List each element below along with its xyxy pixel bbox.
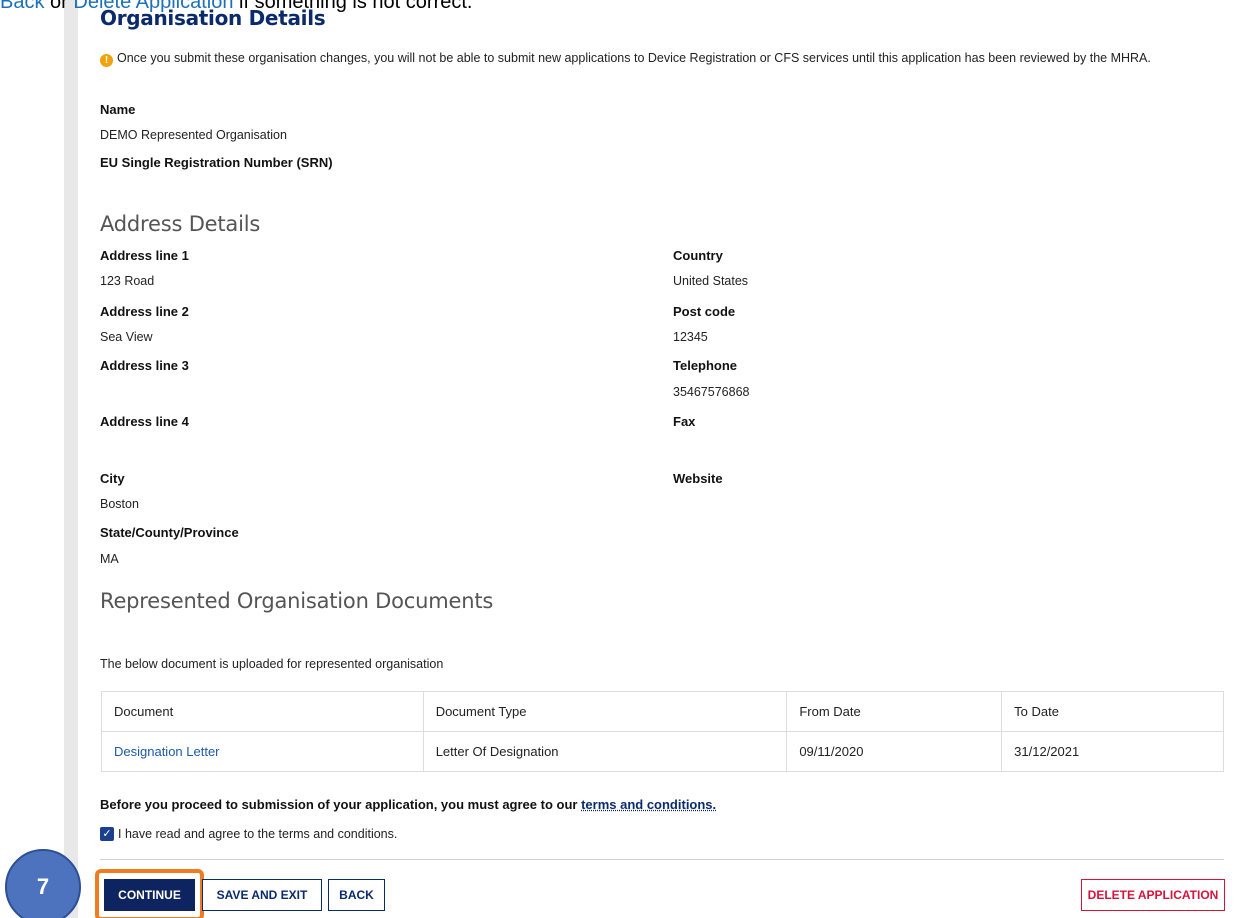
documents-note: The below document is uploaded for repre… — [100, 657, 444, 671]
address-line1-value: 123 Road — [100, 274, 155, 288]
checkbox-checked-icon[interactable]: ✓ — [100, 827, 114, 841]
website-label: Website — [673, 471, 723, 486]
warning-message: ! Once you submit these organisation chan… — [100, 49, 1210, 67]
agree-terms-label: I have read and agree to the terms and c… — [118, 827, 398, 841]
column-header: Document — [101, 691, 424, 732]
save-and-exit-button[interactable]: SAVE AND EXIT — [202, 879, 322, 911]
address-details-heading: Address Details — [100, 212, 261, 236]
address-line2-value: Sea View — [100, 330, 153, 344]
back-button[interactable]: BACK — [328, 879, 385, 911]
delete-application-button[interactable]: DELETE APPLICATION — [1081, 879, 1225, 911]
warning-icon: ! — [100, 54, 113, 67]
page-title: Organisation Details — [100, 6, 326, 30]
top-strip-separator: or — [44, 0, 74, 13]
name-label: Name — [100, 102, 136, 117]
documents-heading: Represented Organisation Documents — [100, 589, 494, 613]
warning-text: Once you submit these organisation chang… — [117, 51, 1151, 65]
documents-table: Document Document Type From Date To Date… — [101, 691, 1224, 772]
state-value: MA — [100, 552, 119, 566]
city-value: Boston — [100, 497, 139, 511]
telephone-value: 35467576868 — [673, 385, 750, 399]
address-line2-label: Address line 2 — [100, 304, 189, 319]
back-link[interactable]: Back — [0, 0, 44, 13]
column-header: Document Type — [422, 691, 788, 732]
left-gray-bar — [64, 0, 78, 918]
from-date-cell: 09/11/2020 — [786, 731, 1003, 772]
agree-terms-checkbox-row[interactable]: ✓ I have read and agree to the terms and… — [100, 827, 397, 841]
postcode-label: Post code — [673, 304, 736, 319]
document-link[interactable]: Designation Letter — [101, 731, 424, 772]
step-number-badge: 7 — [5, 849, 81, 918]
country-label: Country — [673, 248, 723, 263]
city-label: City — [100, 471, 125, 486]
telephone-label: Telephone — [673, 358, 738, 373]
to-date-cell: 31/12/2021 — [1001, 731, 1224, 772]
column-header: To Date — [1001, 691, 1224, 732]
state-label: State/County/Province — [100, 525, 239, 540]
address-line1-label: Address line 1 — [100, 248, 189, 263]
terms-prefix: Before you proceed to submission of your… — [100, 797, 582, 812]
terms-notice: Before you proceed to submission of your… — [100, 797, 716, 812]
highlight-outline — [95, 869, 204, 918]
column-header: From Date — [786, 691, 1003, 732]
divider — [100, 859, 1224, 860]
postcode-value: 12345 — [673, 330, 708, 344]
fax-label: Fax — [673, 414, 696, 429]
name-value: DEMO Represented Organisation — [100, 128, 287, 142]
address-line3-label: Address line 3 — [100, 358, 189, 373]
address-line4-label: Address line 4 — [100, 414, 189, 429]
document-type-cell: Letter Of Designation — [422, 731, 788, 772]
srn-label: EU Single Registration Number (SRN) — [100, 155, 333, 170]
table-row: Designation Letter Letter Of Designation… — [101, 731, 1224, 772]
terms-link[interactable]: terms and conditions. — [581, 797, 716, 812]
country-value: United States — [673, 274, 749, 288]
table-header-row: Document Document Type From Date To Date — [101, 691, 1224, 732]
